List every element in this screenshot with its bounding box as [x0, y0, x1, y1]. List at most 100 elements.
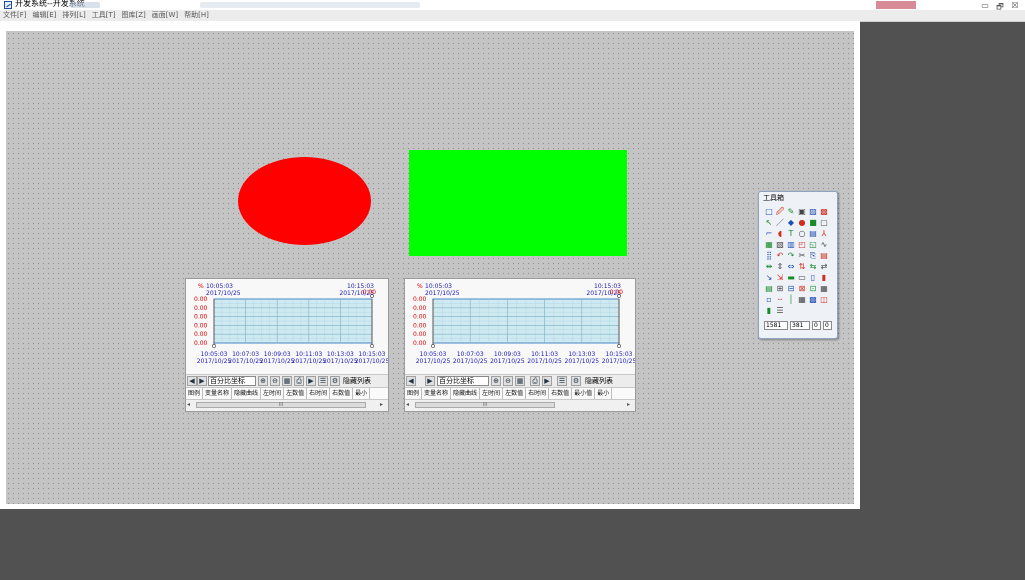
tool-align-top-icon[interactable]: ⇅: [797, 262, 807, 272]
print-icon[interactable]: ⎙: [294, 376, 304, 386]
close-button[interactable]: ☒: [1008, 1, 1022, 10]
tool-lock-icon[interactable]: ▥: [786, 240, 796, 250]
tool-copy-icon[interactable]: ⎘: [808, 251, 818, 261]
tool-grid-icon[interactable]: ▩: [819, 207, 829, 217]
horizontal-scrollbar[interactable]: ◂ III ▸: [186, 399, 388, 411]
tool-pen-icon[interactable]: ✎: [786, 207, 796, 217]
zoom-out-icon[interactable]: ⊖: [270, 376, 280, 386]
column-header[interactable]: 隐藏曲线: [451, 388, 481, 399]
column-header[interactable]: 右数值: [330, 388, 354, 399]
column-header[interactable]: 最小: [353, 388, 371, 399]
column-header[interactable]: 最小: [595, 388, 613, 399]
tool-v-bar-icon[interactable]: ▯: [808, 273, 818, 283]
tool-nudge-icon[interactable]: ◱: [808, 240, 818, 250]
tool-table-icon[interactable]: ▤: [808, 229, 818, 239]
tool-square-icon[interactable]: ■: [808, 218, 818, 228]
tool-circle-icon[interactable]: ●: [797, 218, 807, 228]
grid-icon[interactable]: ▦: [515, 376, 525, 386]
tool-window-icon[interactable]: ◫: [819, 295, 829, 305]
trend-chart-2[interactable]: % 10:05:03 2017/10/25 10:15:03 2017/10/25 0.0…: [404, 278, 636, 412]
tool-group-icon[interactable]: ▦: [764, 240, 774, 250]
tool-grid3-icon[interactable]: ▦: [797, 295, 807, 305]
tool-align-center-icon[interactable]: ⇕: [775, 262, 785, 272]
tool-resize-icon[interactable]: ⇲: [775, 273, 785, 283]
column-header[interactable]: 最小值: [572, 388, 596, 399]
trend-chart-1[interactable]: % 10:05:03 2017/10/25 10:15:03 2017/10/25 0.0…: [185, 278, 389, 412]
menu-edit[interactable]: 编辑[E]: [30, 10, 60, 21]
tool-save-icon[interactable]: ▣: [797, 207, 807, 217]
play-icon[interactable]: ▶: [542, 376, 552, 386]
print-icon[interactable]: ⎙: [530, 376, 540, 386]
tool-unlock-icon[interactable]: ◰: [797, 240, 807, 250]
tool-layer-icon[interactable]: ▮: [764, 306, 774, 316]
tool-grid2-icon[interactable]: ▤: [764, 284, 774, 294]
list-icon[interactable]: ☰: [318, 376, 328, 386]
hide-list-toggle[interactable]: 隐藏列表: [343, 376, 371, 386]
column-header[interactable]: 右时间: [307, 388, 331, 399]
tool-minus-icon[interactable]: ⊟: [786, 284, 796, 294]
tool-undo-icon[interactable]: ↶: [775, 251, 785, 261]
scroll-right-icon[interactable]: ▶: [425, 376, 435, 386]
menu-arrange[interactable]: 排列[L]: [59, 10, 88, 21]
tool-move-icon[interactable]: ↘: [764, 273, 774, 283]
tool-corner-icon[interactable]: ⌐: [764, 229, 774, 239]
column-header[interactable]: 右时间: [526, 388, 550, 399]
scroll-thumb[interactable]: III: [415, 402, 555, 408]
tool-line-icon[interactable]: ／: [775, 218, 785, 228]
menu-screen[interactable]: 画面[W]: [149, 10, 181, 21]
tool-rect-icon[interactable]: ▭: [797, 273, 807, 283]
scroll-left-icon[interactable]: ◀: [187, 376, 197, 386]
tool-vline-icon[interactable]: │: [786, 295, 796, 305]
tool-diamond-icon[interactable]: ◆: [786, 218, 796, 228]
column-header[interactable]: 左数值: [503, 388, 527, 399]
horizontal-scrollbar[interactable]: ◂ III ▸: [405, 399, 635, 411]
tool-align-bottom-icon[interactable]: ⇄: [819, 262, 829, 272]
tool-pattern-icon[interactable]: ⣿: [764, 251, 774, 261]
tool-plus-icon[interactable]: ⊞: [775, 284, 785, 294]
play-icon[interactable]: ▶: [306, 376, 316, 386]
tool-hatch-icon[interactable]: ▩: [808, 295, 818, 305]
column-header[interactable]: 左数值: [284, 388, 308, 399]
tool-edit-icon[interactable]: 🖉: [775, 207, 785, 217]
tool-curve-icon[interactable]: ∿: [819, 240, 829, 250]
menu-help[interactable]: 帮助[H]: [181, 10, 212, 21]
tool-ellipse-icon[interactable]: ○: [797, 229, 807, 239]
zoom-in-icon[interactable]: ⊕: [258, 376, 268, 386]
tool-list-icon[interactable]: ☰: [775, 306, 785, 316]
column-header[interactable]: 变量名称: [422, 388, 452, 399]
settings-icon[interactable]: ⚙: [571, 376, 581, 386]
tool-redo-icon[interactable]: ↷: [786, 251, 796, 261]
column-header[interactable]: 左时间: [261, 388, 285, 399]
hide-list-toggle[interactable]: 隐藏列表: [585, 376, 613, 386]
tool-table2-icon[interactable]: ▦: [819, 284, 829, 294]
settings-icon[interactable]: ⚙: [330, 376, 340, 386]
scroll-left-icon[interactable]: ◀: [406, 376, 416, 386]
column-header[interactable]: 变量名称: [203, 388, 233, 399]
tool-arc-icon[interactable]: ◖: [775, 229, 785, 239]
tool-text-icon[interactable]: T: [786, 229, 796, 239]
green-rectangle[interactable]: [409, 150, 627, 256]
tool-dash-icon[interactable]: ┄: [775, 295, 785, 305]
menu-tools[interactable]: 工具[T]: [89, 10, 119, 21]
tool-fill-icon[interactable]: ▮: [819, 273, 829, 283]
zoom-in-icon[interactable]: ⊕: [491, 376, 501, 386]
tool-bar-icon[interactable]: ▬: [786, 273, 796, 283]
tool-align-left-icon[interactable]: ⇹: [764, 262, 774, 272]
tool-ungroup-icon[interactable]: ▧: [775, 240, 785, 250]
tool-select-icon[interactable]: ↖: [764, 218, 774, 228]
red-ellipse[interactable]: [238, 157, 371, 245]
menu-file[interactable]: 文件[F]: [0, 10, 30, 21]
list-icon[interactable]: ☰: [557, 376, 567, 386]
tool-dot-icon[interactable]: ▫: [764, 295, 774, 305]
toolbox-panel[interactable]: 工具箱 □ 🖉 ✎ ▣ ▨ ▩ ↖ ／ ◆ ● ■ ▢ ⌐ ◖ T ○ ▤ ⅄ ▦ ▧ ▥ ◰ ◱ ∿ ⣿ ↶ ↷ ✂ ⎘ ▤ ⇹ ⇕ ⇔ ⇅ ⇆ ⇄…: [758, 191, 838, 339]
tool-font-icon[interactable]: ⅄: [819, 229, 829, 239]
tool-cut-icon[interactable]: ✂: [797, 251, 807, 261]
column-header[interactable]: 图例: [186, 388, 204, 399]
column-header[interactable]: 图例: [405, 388, 423, 399]
scroll-thumb[interactable]: III: [196, 402, 366, 408]
coordinate-mode-select[interactable]: 百分比坐标: [437, 376, 489, 386]
zoom-out-icon[interactable]: ⊖: [503, 376, 513, 386]
column-header[interactable]: 隐藏曲线: [232, 388, 262, 399]
column-header[interactable]: 左时间: [480, 388, 504, 399]
tool-align-middle-icon[interactable]: ⇆: [808, 262, 818, 272]
